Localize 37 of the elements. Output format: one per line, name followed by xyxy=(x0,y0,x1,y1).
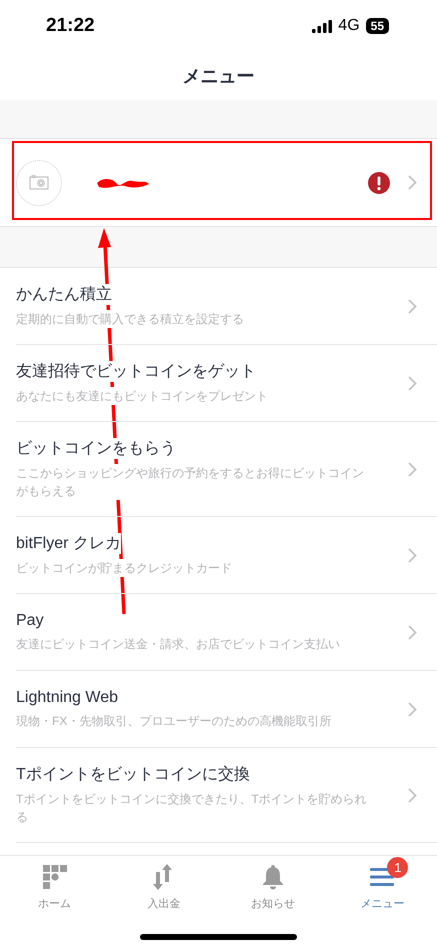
chevron-icon xyxy=(408,624,417,640)
network-label: 4G xyxy=(338,17,360,35)
bell-icon xyxy=(262,864,284,890)
signal-icon xyxy=(312,20,332,32)
menu-item[interactable]: かんたん積立 定期的に自動で購入できる積立を設定する xyxy=(16,268,437,345)
menu-item-title: かんたん積立 xyxy=(16,284,112,305)
menu-item-title: Pay xyxy=(16,612,44,630)
menu-item[interactable]: bitFlyer クレカ ビットコインが貯まるクレジットカード xyxy=(16,517,437,594)
menu-item-title: bitFlyer クレカ xyxy=(16,533,121,554)
tab-bar-item[interactable]: お知らせ xyxy=(218,856,328,918)
menu-item-description: 友達にビットコイン送金・請求、お店でビットコイン支払い xyxy=(16,634,340,652)
chevron-icon xyxy=(408,548,417,562)
menu-item[interactable]: Tポイントをビットコインに交換 Tポイントをビットコインに交換できたり、Tポイントを貯められる xyxy=(16,748,437,843)
chevron-icon xyxy=(408,702,417,716)
chevron-icon xyxy=(408,788,417,802)
menu-item-title: Lightning Web xyxy=(16,688,118,706)
tab-bar-item[interactable]: 1 メニュー xyxy=(328,856,437,918)
page-title: メニュー xyxy=(182,65,254,88)
grid-logo-icon xyxy=(42,865,67,889)
camera-icon xyxy=(29,175,49,190)
menu-item-description: ビットコインが貯まるクレジットカード xyxy=(16,559,232,577)
menu-item[interactable]: Lightning Web 現物・FX・先物取引、プロユーザーのための高機能取引所 xyxy=(16,671,437,748)
chevron-icon xyxy=(408,462,417,476)
chevron-icon xyxy=(408,175,417,190)
menu-item-description: 現物・FX・先物取引、プロユーザーのための高機能取引所 xyxy=(16,712,332,730)
menu-item[interactable]: Pay 友達にビットコイン送金・請求、お店でビットコイン支払い xyxy=(16,594,437,671)
menu-item[interactable]: ビットコインをもらう ここからショッピングや旅行の予約をするとお得にビットコインがもらえる xyxy=(16,422,437,517)
battery-indicator: 55 xyxy=(366,18,389,34)
status-time: 21:22 xyxy=(46,15,95,37)
notification-badge: 1 xyxy=(387,857,408,878)
menu-item-description: あなたにも友達にもビットコインをプレゼント xyxy=(16,387,268,405)
menu-item-title: Tポイントをビットコインに交換 xyxy=(16,764,250,785)
menu-item[interactable]: 友達招待でビットコインをゲット あなたにも友達にもビットコインをプレゼント xyxy=(16,345,437,422)
chevron-icon xyxy=(408,376,417,390)
tab-bar-item[interactable]: 入出金 xyxy=(109,856,218,918)
chevron-icon xyxy=(408,298,417,314)
menu-item-description: 定期的に自動で購入できる積立を設定する xyxy=(16,310,244,328)
